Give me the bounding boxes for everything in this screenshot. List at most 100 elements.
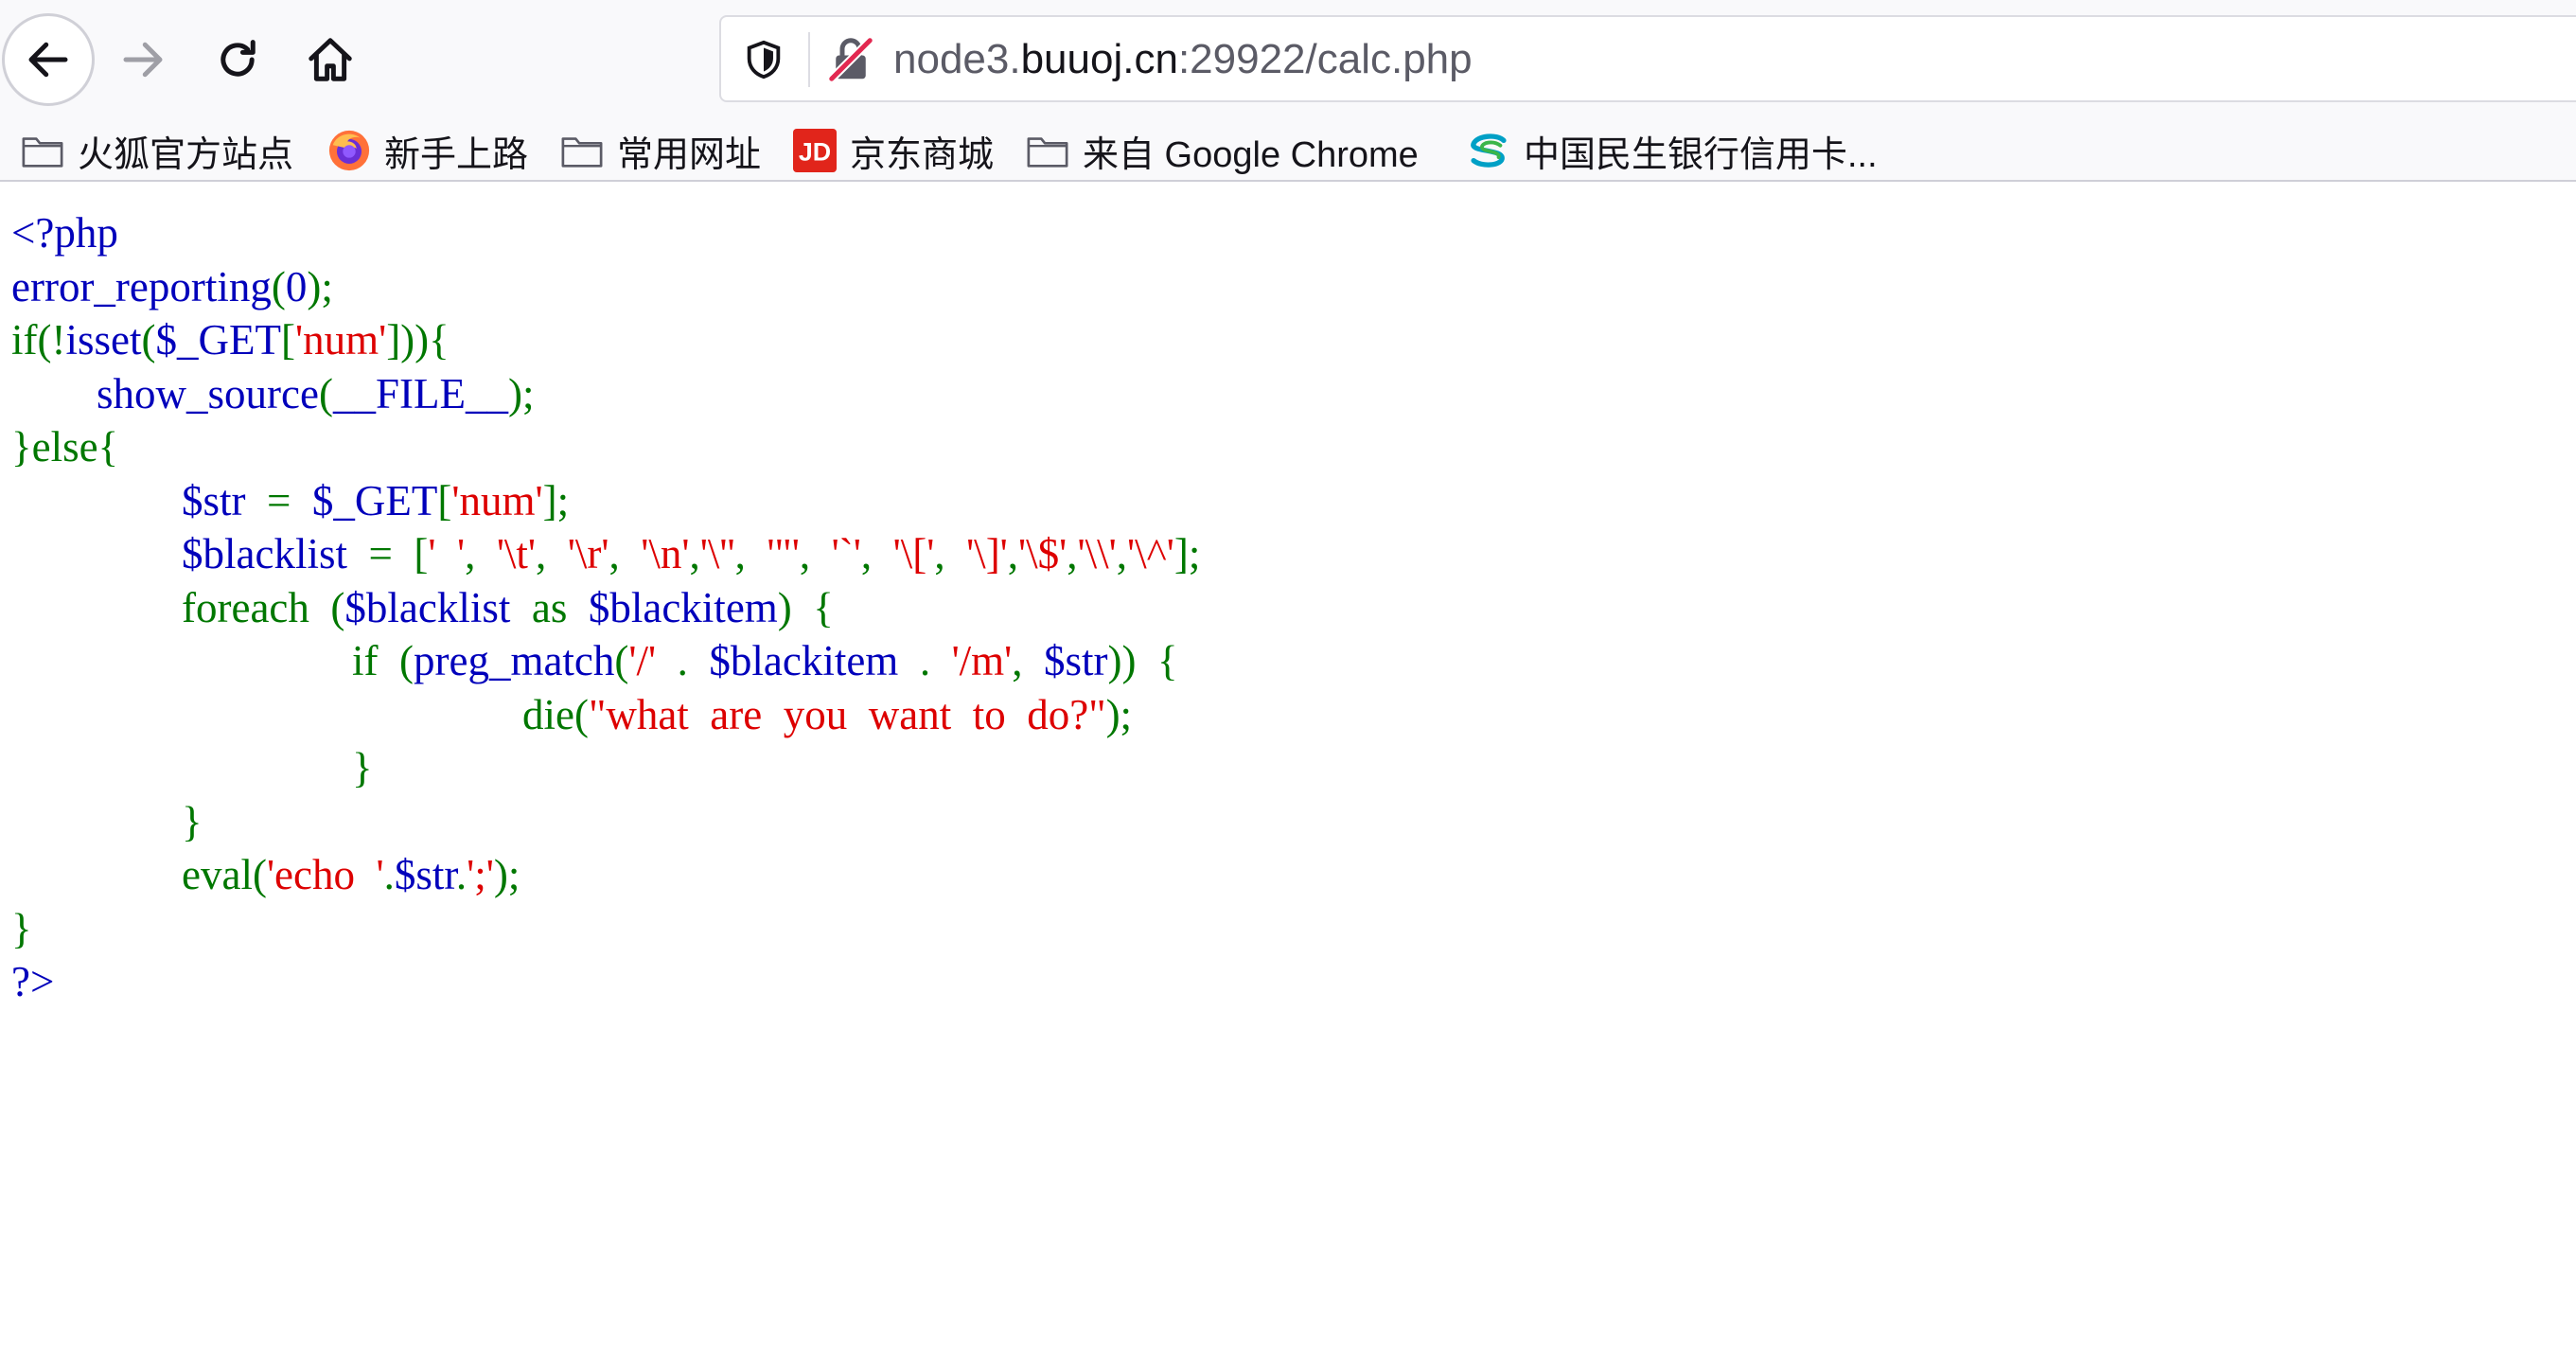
code-token: ) { [777,583,834,631]
bookmark-label: 新手上路 [384,134,529,175]
code-token: foreach ( [11,583,345,631]
code-token: , [609,530,642,577]
code-token: , [689,530,700,577]
code-token: $str [394,851,456,898]
folder-icon [21,129,64,172]
code-token: . [898,637,952,684]
code-token: isset [65,316,142,364]
code-token: '\n' [641,530,690,577]
code-token: $blackitem [588,583,778,631]
code-token: $blacklist [182,530,347,577]
code-token: '\\' [1077,530,1117,577]
code-token: "what are you want to do?" [588,690,1106,738]
page-content: <?php error_reporting(0); if(!isset($_GET[… [0,182,2576,1348]
url-bar[interactable]: node3.buuoj.cn:29922/calc.php [719,15,2576,102]
bookmark-getting-started[interactable]: 新手上路 [327,121,528,180]
shield-icon[interactable] [742,38,785,81]
code-line: $blacklist = [' ', '\t', '\r', '\n','\''… [11,527,1200,581]
code-token: '\^' [1127,530,1174,577]
code-token: '\t' [496,530,537,577]
bookmark-common-sites[interactable]: 常用网址 [560,121,761,180]
jd-icon: JD [793,129,837,172]
code-line: } [11,741,1200,795]
code-token: = [ [346,530,429,577]
back-button[interactable] [2,13,95,106]
code-token: ( [141,316,156,364]
code-token: '"' [767,530,800,577]
svg-text:JD: JD [799,138,831,167]
code-line: } [11,902,1200,956]
code-token: $str [182,476,246,524]
code-token: [ [437,476,452,524]
code-token: preg_match [413,637,615,684]
code-token: = [245,476,312,524]
code-token: 'echo ' [266,851,384,898]
bookmark-label: 来自 Google Chrome [1083,134,1419,175]
php-source-code: <?php error_reporting(0); if(!isset($_GET[… [11,206,1200,1009]
code-token: die( [11,690,589,738]
browser-toolbar: node3.buuoj.cn:29922/calc.php [0,0,2576,121]
code-token: ); [493,851,520,898]
code-line: if (preg_match('/' . $blackitem . '/m', … [11,634,1200,688]
code-line: <?php [11,206,1200,260]
code-line: eval('echo '.$str.';'); [11,848,1200,902]
code-line: foreach ($blacklist as $blackitem) { [11,581,1200,635]
code-line: }else{ [11,420,1200,474]
url-domain: buuoj.cn [1020,36,1178,82]
code-token: , [799,530,832,577]
code-token: . [383,851,395,898]
code-token: }else{ [11,423,119,470]
code-token: ( [271,262,286,310]
code-token: ])){ [386,316,450,364]
url-text[interactable]: node3.buuoj.cn:29922/calc.php [893,34,1473,85]
code-token: )) { [1107,637,1178,684]
bookmarks-toolbar: 火狐官方站点 新手上路 常用网址 JD 京东商城 来自 Google Chrom… [0,121,2576,182]
bookmark-label: 火狐官方站点 [78,134,294,175]
bookmark-cmbc-card[interactable]: 中国民生银行信用卡... [1467,121,1878,180]
code-token: 'num' [294,316,387,364]
code-line: die("what are you want to do?"); [11,688,1200,742]
firefox-icon [327,129,371,172]
url-bar-divider [808,32,810,87]
arrow-right-icon [123,42,163,78]
code-token: } [11,904,32,952]
insecure-connection-icon[interactable] [825,34,876,85]
code-token: __FILE__ [332,369,508,417]
home-icon [309,38,352,81]
code-token: $blacklist [344,583,511,631]
code-token: , [1007,530,1019,577]
code-token: ( [614,637,629,684]
code-token: , [934,530,967,577]
code-token: ( [318,369,333,417]
code-token: ]; [542,476,570,524]
code-line: $str = $_GET['num']; [11,474,1200,528]
reload-button[interactable] [191,13,284,106]
code-token: '\]' [966,530,1008,577]
bookmark-label: 中国民生银行信用卡... [1524,134,1878,175]
code-token: ); [307,262,333,310]
folder-icon [1026,129,1069,172]
code-line: show_source(__FILE__); [11,367,1200,421]
code-token: $str [1044,637,1108,684]
code-token: as [510,583,589,631]
code-token: , [1116,530,1127,577]
code-token: . [455,851,468,898]
code-token: eval( [11,851,267,898]
code-token: } [11,797,203,845]
home-button[interactable] [284,13,377,106]
bookmark-firefox-official[interactable]: 火狐官方站点 [21,121,293,180]
code-token: ); [507,369,535,417]
forward-button[interactable] [97,13,189,106]
bookmark-from-chrome[interactable]: 来自 Google Chrome [1026,121,1419,180]
code-token: , [536,530,568,577]
code-token: , [465,530,497,577]
code-token: , [860,530,893,577]
code-token: 'num' [451,476,543,524]
bookmark-jd[interactable]: JD 京东商城 [793,121,994,180]
code-token: show_source [97,369,319,417]
code-token: ';' [467,851,494,898]
code-token: '/' [628,637,657,684]
code-token: '`' [831,530,861,577]
